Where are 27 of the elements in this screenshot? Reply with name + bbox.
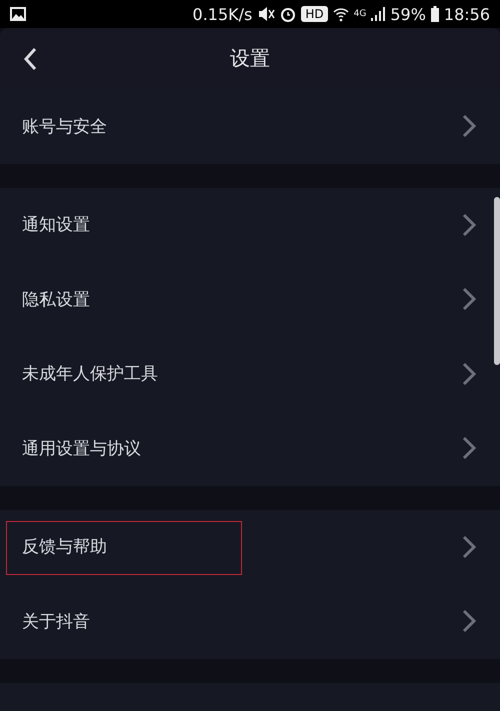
settings-item[interactable]: 未成年人保护工具	[0, 336, 492, 411]
network-speed: 0.15K/s	[192, 4, 252, 24]
settings-item[interactable]: 反馈与帮助	[0, 510, 492, 584]
settings-item[interactable]: 关于抖音	[0, 584, 492, 658]
hd-badge: HD	[301, 6, 328, 22]
settings-item[interactable]: 通用设置与协议	[0, 411, 492, 486]
alarm-icon	[280, 6, 296, 22]
chevron-icon	[462, 609, 476, 634]
chevron-icon	[462, 114, 476, 138]
page-title: 设置	[230, 45, 270, 72]
settings-item[interactable]: 通知设置	[0, 188, 492, 262]
chevron-icon	[462, 287, 476, 312]
clock-time: 18:56	[444, 4, 490, 24]
image-icon	[10, 7, 26, 21]
settings-item[interactable]: 隐私设置	[0, 262, 492, 336]
settings-item[interactable]: 账号与安全	[0, 89, 492, 164]
chevron-icon	[462, 436, 476, 460]
wifi-icon	[332, 6, 349, 22]
battery-level: 59%	[390, 4, 426, 24]
chevron-icon	[462, 362, 476, 386]
scrollbar[interactable]	[494, 197, 500, 365]
chevron-icon	[462, 534, 476, 559]
signal-icon	[371, 7, 386, 21]
battery-icon	[430, 6, 439, 22]
mute-icon	[257, 6, 276, 22]
network-type: 4G	[354, 9, 366, 19]
chevron-icon	[462, 212, 476, 237]
